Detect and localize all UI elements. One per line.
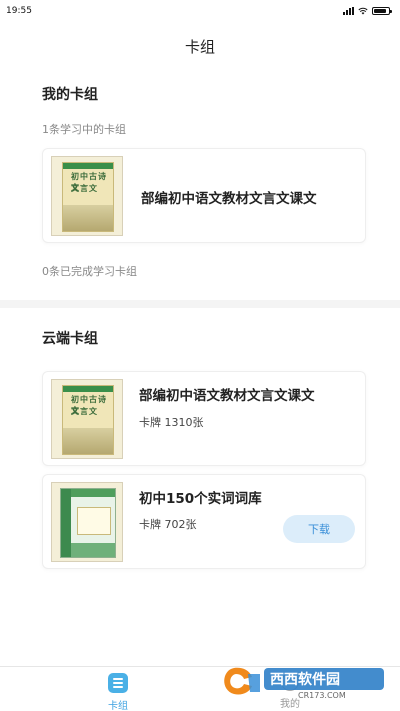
watermark-logo: 西西软件园 CR173.COM: [224, 667, 384, 700]
learning-count-text: 1条学习中的卡组: [42, 123, 126, 136]
completed-count-text: 0条已完成学习卡组: [42, 265, 137, 278]
download-button[interactable]: 下载: [283, 515, 355, 543]
deck-card-count: 卡牌 702张: [139, 518, 197, 531]
cloud-decks-title: 云端卡组: [42, 331, 98, 347]
svg-text:西西软件园: 西西软件园: [270, 671, 340, 688]
cloud-deck-card[interactable]: 初中150个实词词库 卡牌 702张 下载: [42, 474, 366, 569]
section-divider: [0, 300, 400, 308]
cloud-deck-card[interactable]: 初中古诗文 文言文 部编初中语文教材文言文课文 卡牌 1310张: [42, 371, 366, 466]
tab-decks[interactable]: 卡组: [88, 673, 148, 711]
deck-title: 部编初中语文教材文言文课文: [139, 388, 315, 404]
deck-title: 初中150个实词词库: [139, 491, 262, 507]
battery-icon: [372, 7, 392, 15]
status-time: 19:55: [6, 6, 32, 16]
cover-subtitle: 文言文: [71, 407, 98, 416]
signal-icon: [343, 7, 354, 15]
deck-cover-image: 初中古诗文 文言文: [51, 156, 123, 236]
deck-list-icon: [108, 673, 128, 693]
deck-title: 部编初中语文教材文言文课文: [141, 191, 317, 207]
svg-text:CR173.COM: CR173.COM: [298, 691, 346, 700]
status-bar: 19:55: [0, 0, 400, 22]
deck-card-count: 卡牌 1310张: [139, 416, 204, 429]
my-decks-title: 我的卡组: [42, 87, 98, 103]
learning-deck-card[interactable]: 初中古诗文 文言文 部编初中语文教材文言文课文: [42, 148, 366, 243]
status-icons: [343, 7, 392, 15]
cover-subtitle: 文言文: [71, 184, 98, 193]
wifi-icon: [358, 7, 368, 15]
tab-label: 卡组: [108, 701, 128, 711]
deck-cover-image: 初中古诗文 文言文: [51, 379, 123, 459]
page-title: 卡组: [184, 38, 215, 56]
deck-cover-image: [51, 482, 123, 562]
